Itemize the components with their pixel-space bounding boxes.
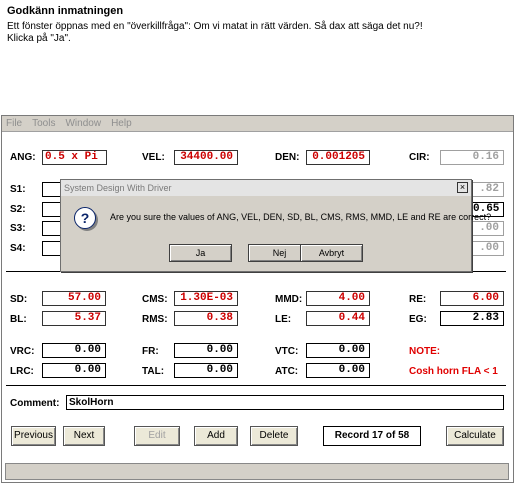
- bl-field[interactable]: 5.37: [42, 311, 106, 326]
- s1-label: S1:: [10, 184, 26, 195]
- den-label: DEN:: [275, 152, 300, 163]
- rms-label: RMS:: [142, 314, 168, 325]
- menu-file[interactable]: File: [6, 118, 22, 129]
- previous-button[interactable]: Previous: [11, 426, 56, 446]
- atc-field[interactable]: 0.00: [306, 363, 370, 378]
- bl-label: BL:: [10, 314, 27, 325]
- s4-right-field[interactable]: .00: [472, 241, 504, 256]
- s3-right-field[interactable]: .00: [472, 221, 504, 236]
- cms-field[interactable]: 1.30E-03: [174, 291, 238, 306]
- question-icon: ?: [74, 207, 96, 229]
- lrc-label: LRC:: [10, 366, 34, 377]
- instruction-title: Godkänn inmatningen: [7, 5, 124, 17]
- lrc-field[interactable]: 0.00: [42, 363, 106, 378]
- vel-label: VEL:: [142, 152, 165, 163]
- comment-label: Comment:: [10, 398, 60, 409]
- sd-field[interactable]: 57.00: [42, 291, 106, 306]
- menu-window[interactable]: Window: [65, 118, 101, 129]
- mmd-field[interactable]: 4.00: [306, 291, 370, 306]
- confirm-dialog: System Design With Driver × ? Are you su…: [60, 179, 491, 272]
- cms-label: CMS:: [142, 294, 168, 305]
- divider-2: [6, 385, 506, 386]
- vtc-field[interactable]: 0.00: [306, 343, 370, 358]
- s3-label: S3:: [10, 223, 26, 234]
- sd-label: SD:: [10, 294, 28, 305]
- record-indicator: Record 17 of 58: [323, 426, 421, 446]
- edit-button[interactable]: Edit: [134, 426, 180, 446]
- cancel-button[interactable]: Avbryt: [300, 244, 363, 262]
- close-icon[interactable]: ×: [457, 182, 468, 193]
- eg-label: EG:: [409, 314, 427, 325]
- vel-field[interactable]: 34400.00: [174, 150, 238, 165]
- eg-field[interactable]: 2.83: [440, 311, 504, 326]
- s1-right-field[interactable]: .82: [472, 182, 504, 197]
- next-button[interactable]: Next: [63, 426, 105, 446]
- rms-field[interactable]: 0.38: [174, 311, 238, 326]
- note-label: NOTE:: [409, 346, 441, 357]
- menu-help[interactable]: Help: [111, 118, 132, 129]
- dialog-message: Are you sure the values of ANG, VEL, DEN…: [110, 212, 492, 222]
- tal-field[interactable]: 0.00: [174, 363, 238, 378]
- tal-label: TAL:: [142, 366, 165, 377]
- menu-bar: File Tools Window Help: [2, 116, 513, 132]
- note-text: Cosh horn FLA < 1: [409, 366, 498, 377]
- s4-label: S4:: [10, 243, 26, 254]
- le-label: LE:: [275, 314, 292, 325]
- mmd-label: MMD:: [275, 294, 303, 305]
- instruction-panel: Godkänn inmatningen Ett fönster öppnas m…: [7, 5, 507, 45]
- vrc-label: VRC:: [10, 346, 35, 357]
- yes-button[interactable]: Ja: [169, 244, 232, 262]
- add-button[interactable]: Add: [194, 426, 238, 446]
- s4-field[interactable]: [42, 241, 62, 256]
- ang-field[interactable]: 0.5 x Pi: [42, 150, 107, 165]
- s2-label: S2:: [10, 204, 26, 215]
- fr-field[interactable]: 0.00: [174, 343, 238, 358]
- status-bar: [5, 463, 509, 480]
- re-field[interactable]: 6.00: [440, 291, 504, 306]
- vtc-label: VTC:: [275, 346, 299, 357]
- le-field[interactable]: 0.44: [306, 311, 370, 326]
- ang-label: ANG:: [10, 152, 36, 163]
- vrc-field[interactable]: 0.00: [42, 343, 106, 358]
- cir-label: CIR:: [409, 152, 430, 163]
- dialog-title: System Design With Driver: [61, 180, 471, 196]
- instruction-line-2: Klicka på "Ja".: [7, 33, 71, 44]
- delete-button[interactable]: Delete: [250, 426, 298, 446]
- fr-label: FR:: [142, 346, 159, 357]
- s1-field[interactable]: [42, 182, 62, 197]
- s2-field[interactable]: [42, 202, 62, 217]
- atc-label: ATC:: [275, 366, 299, 377]
- s3-field[interactable]: [42, 221, 62, 236]
- menu-tools[interactable]: Tools: [32, 118, 55, 129]
- calculate-button[interactable]: Calculate: [446, 426, 504, 446]
- den-field[interactable]: 0.001205: [306, 150, 370, 165]
- re-label: RE:: [409, 294, 427, 305]
- cir-field[interactable]: 0.16: [440, 150, 504, 165]
- instruction-line-1: Ett fönster öppnas med en "överkillfråga…: [7, 21, 423, 32]
- comment-field[interactable]: SkolHorn: [66, 395, 504, 410]
